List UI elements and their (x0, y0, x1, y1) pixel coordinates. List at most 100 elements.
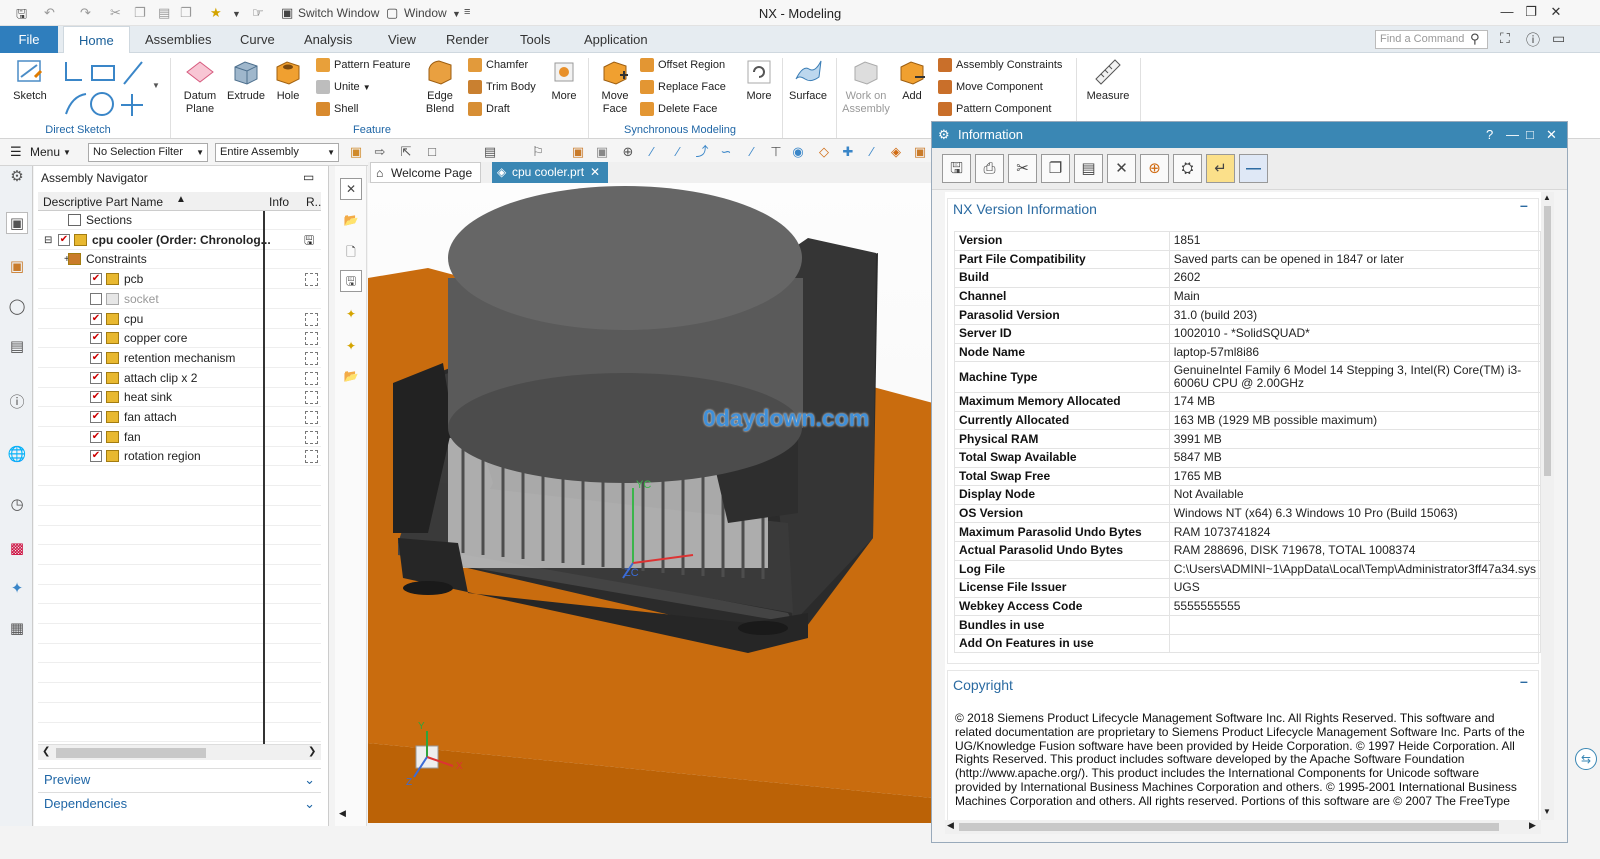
help-icon[interactable]: ? (1486, 122, 1493, 148)
visibility-checkbox[interactable]: ✔ (90, 430, 102, 443)
edge-blend-button[interactable]: Edge Blend (418, 57, 462, 116)
visibility-checkbox[interactable]: ✔ (90, 351, 102, 364)
visibility-checkbox[interactable]: ✔ (90, 273, 102, 286)
reference-set-box[interactable] (305, 312, 318, 326)
select-component-icon[interactable]: ▣ (348, 144, 364, 160)
sketch-button[interactable]: Sketch (8, 57, 52, 103)
customize-icon[interactable]: ≡ (464, 6, 470, 18)
horizontal-scrollbar[interactable]: ◀ ▶ (945, 820, 1541, 834)
scrollbar-thumb[interactable] (56, 748, 206, 758)
control-point-icon[interactable]: ∕ (744, 144, 760, 160)
redo-icon[interactable]: ↷ (80, 5, 91, 21)
tree-row[interactable]: ✔ retention mechanism (38, 349, 321, 368)
reference-set-box[interactable] (305, 351, 318, 365)
scroll-right-icon[interactable]: ▶ (1529, 820, 1536, 831)
tab-curve[interactable]: Curve (230, 26, 285, 53)
history-clock-icon[interactable]: ◷ (6, 494, 28, 516)
minimize-icon[interactable]: — (1497, 4, 1517, 19)
save-file-icon[interactable]: 🖫 (340, 270, 362, 292)
point-on-face-icon[interactable]: ◈ (888, 144, 904, 160)
tree-row[interactable]: ⊟ ✔ cpu cooler (Order: Chronolog... 🖫 (38, 231, 321, 250)
offset-region-button[interactable]: Offset Region (640, 55, 725, 75)
constraint-navigator-icon[interactable]: ▣ (6, 256, 28, 278)
fullscreen-icon[interactable]: ⛶ (1500, 30, 1510, 47)
datum-plane-button[interactable]: Datum Plane (178, 57, 222, 116)
snap-icon[interactable]: ⚐ (530, 144, 546, 160)
draft-button[interactable]: Draft (468, 99, 510, 119)
tree-row[interactable]: ✔ cpu (38, 310, 321, 329)
chevron-down-icon[interactable]: ▼ (452, 9, 461, 19)
move-component-button[interactable]: Move Component (938, 77, 1043, 97)
tab-cpu-cooler[interactable]: ◈ cpu cooler.prt ✕ (492, 162, 609, 183)
reference-set-box[interactable] (305, 273, 318, 287)
scroll-left-icon[interactable]: ❮ (42, 746, 50, 757)
feature-more-button[interactable]: More (546, 57, 582, 103)
visibility-checkbox[interactable] (90, 292, 102, 305)
work-on-assembly-button[interactable]: Work on Assembly (842, 57, 890, 116)
assembly-navigator-icon[interactable]: ▣ (6, 212, 28, 234)
solid-filter-icon[interactable]: ▣ (570, 144, 586, 160)
selection-scope-dropdown[interactable]: Entire Assembly ▼ (215, 143, 339, 162)
target-icon[interactable]: ⊕ (1140, 154, 1169, 183)
reference-set-box[interactable] (305, 391, 318, 405)
restore-icon[interactable]: ❐ (1521, 4, 1541, 20)
reference-set-box[interactable] (305, 332, 318, 346)
synchronous-more-button[interactable]: More (740, 57, 778, 103)
star-file-icon[interactable]: ✦ (340, 304, 362, 326)
scroll-left-icon[interactable]: ◀ (947, 820, 954, 831)
tree-row[interactable]: + Constraints (38, 250, 321, 270)
menu-hamburger-icon[interactable]: ☰ (10, 144, 22, 160)
maximize-panel-icon[interactable]: ▭ (303, 170, 314, 184)
switch-window-icon[interactable]: ▣ (281, 5, 293, 21)
touch-mode-icon[interactable]: ☞ (252, 5, 264, 21)
measure-button[interactable]: Measure (1082, 57, 1134, 103)
word-wrap-icon[interactable]: ↵ (1206, 154, 1235, 183)
tree-row[interactable]: ✔ attach clip x 2 (38, 369, 321, 388)
mid-point-icon[interactable]: ∽ (718, 144, 734, 160)
visibility-checkbox[interactable]: ✔ (90, 391, 102, 404)
roles-icon[interactable]: ▦ (6, 618, 28, 640)
scroll-up-icon[interactable]: ▲ (1543, 193, 1551, 202)
cut-icon[interactable]: ✂ (1008, 154, 1037, 183)
paste-icon[interactable]: ▤ (158, 5, 170, 21)
shell-button[interactable]: Shell (316, 99, 358, 119)
chevron-down-icon[interactable]: ▼ (363, 83, 371, 92)
quadrant-icon[interactable]: ◇ (816, 144, 832, 160)
chevron-down-icon[interactable]: ⌄ (304, 793, 315, 815)
tree-row[interactable]: socket (38, 290, 321, 309)
scroll-left-icon[interactable]: ◀ (339, 808, 346, 819)
settings-gear-icon[interactable]: ⚙ (6, 166, 28, 188)
pattern-feature-button[interactable]: Pattern Feature (316, 55, 410, 75)
close-tab-icon[interactable]: ✕ (590, 165, 600, 179)
system-materials-icon[interactable]: ▩ (6, 538, 28, 560)
reference-set-box[interactable] (305, 371, 318, 385)
select-feature-icon[interactable]: ⇨ (372, 144, 388, 160)
chevron-down-icon[interactable]: ▼ (232, 9, 241, 19)
part-navigator-icon[interactable]: ◯ (6, 296, 28, 318)
minimize-icon[interactable]: — (1506, 122, 1519, 148)
graphics-viewport[interactable]: YC ZC X Y Z 0daydown.com (368, 183, 933, 823)
close-icon[interactable]: ✕ (340, 178, 362, 200)
window-menu-button[interactable]: Window (404, 6, 447, 20)
intersection-icon[interactable]: ⊤ (768, 144, 784, 160)
tab-home[interactable]: Home (63, 26, 130, 53)
visibility-checkbox[interactable]: ✔ (90, 312, 102, 325)
scrollbar-thumb[interactable] (1544, 206, 1551, 476)
tree-row[interactable]: ✔ heat sink (38, 388, 321, 408)
web-browser-icon[interactable]: 🌐 (6, 444, 28, 466)
surface-button[interactable]: Surface (786, 57, 830, 103)
chamfer-button[interactable]: Chamfer (468, 55, 528, 75)
reuse-library-icon[interactable]: ▤ (6, 336, 28, 358)
snap-point-icon[interactable]: ⊕ (620, 144, 636, 160)
tab-application[interactable]: Application (574, 26, 658, 53)
horizontal-scrollbar[interactable]: ❮ ❯ (38, 744, 321, 760)
copy-icon[interactable]: ❐ (1041, 154, 1070, 183)
delete-face-button[interactable]: Delete Face (640, 99, 717, 119)
unite-button[interactable]: Unite ▼ (316, 77, 371, 97)
tree-row[interactable]: Sections (38, 211, 321, 230)
move-face-button[interactable]: Move Face (594, 57, 636, 116)
collapse-node-icon[interactable]: ⊟ (44, 231, 52, 250)
info-circle-icon[interactable]: ⓘ (6, 392, 28, 414)
column-header-r[interactable]: R.. (306, 195, 321, 209)
paste-icon[interactable]: ▤ (1074, 154, 1103, 183)
